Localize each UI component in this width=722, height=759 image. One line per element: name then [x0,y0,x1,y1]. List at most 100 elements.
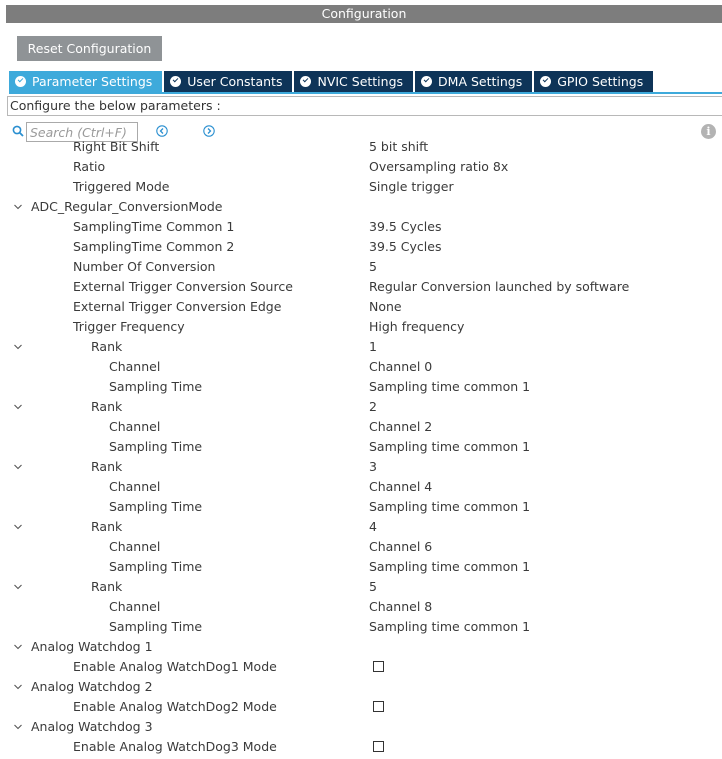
enable-checkbox[interactable] [373,741,384,752]
chevron-down-icon[interactable] [14,583,22,591]
tree-row[interactable]: Enable Analog WatchDog1 Mode [0,657,722,677]
parameter-label: Ratio [73,159,106,174]
parameter-label: Right Bit Shift [73,139,160,154]
tree-row[interactable]: Sampling Time Sampling time common 1 [0,437,722,457]
parameter-value[interactable]: Channel 0 [369,357,432,377]
tab-dma-settings[interactable]: DMA Settings [415,71,533,92]
check-circle-icon [300,76,312,87]
tab-parameter-settings[interactable]: Parameter Settings [9,71,163,92]
parameters-description: Configure the below parameters : [7,96,722,116]
tree-row[interactable]: Channel Channel 2 [0,417,722,437]
parameter-label: Enable Analog WatchDog1 Mode [73,659,277,674]
enable-checkbox[interactable] [373,661,384,672]
tree-row[interactable]: Sampling Time Sampling time common 1 [0,377,722,397]
tab-label: NVIC Settings [317,74,404,89]
tree-row[interactable]: Sampling Time Sampling time common 1 [0,617,722,637]
check-circle-icon [170,76,182,87]
parameter-value[interactable]: 39.5 Cycles [369,217,441,237]
tree-group-row[interactable]: Analog Watchdog 1 [0,637,722,657]
check-circle-icon [421,76,433,87]
search-icon[interactable] [12,125,24,137]
tree-row[interactable]: External Trigger Conversion Source Regula… [0,277,722,297]
tree-row[interactable]: Sampling Time Sampling time common 1 [0,557,722,577]
parameter-label: Channel [109,599,161,614]
parameter-value[interactable]: 5 [369,257,377,277]
tree-row[interactable]: Right Bit Shift 5 bit shift [0,137,722,157]
parameter-value[interactable]: Sampling time common 1 [369,557,530,577]
tree-row[interactable]: Channel Channel 6 [0,537,722,557]
parameter-label: External Trigger Conversion Source [73,279,293,294]
parameter-value[interactable]: High frequency [369,317,464,337]
chevron-down-icon[interactable] [14,643,22,651]
tree-group-row[interactable]: ADC_Regular_ConversionMode [0,197,722,217]
tab-user-constants[interactable]: User Constants [164,71,293,92]
parameter-value[interactable]: 39.5 Cycles [369,237,441,257]
tree-row[interactable]: Channel Channel 4 [0,477,722,497]
tab-label: Parameter Settings [32,74,153,89]
tree-group-row[interactable]: Rank 3 [0,457,722,477]
chevron-down-icon[interactable] [14,203,22,211]
parameter-label: ADC_Regular_ConversionMode [31,199,223,214]
tree-row[interactable]: Enable Analog WatchDog3 Mode [0,737,722,757]
parameter-value[interactable]: Sampling time common 1 [369,497,530,517]
tree-row[interactable]: Number Of Conversion 5 [0,257,722,277]
chevron-left-circle-icon[interactable] [156,125,168,137]
parameter-value[interactable]: 3 [369,457,377,477]
parameter-value[interactable]: Channel 4 [369,477,432,497]
parameter-value[interactable]: Channel 2 [369,417,432,437]
parameter-value[interactable]: Sampling time common 1 [369,377,530,397]
tree-group-row[interactable]: Rank 5 [0,577,722,597]
tree-row[interactable]: Channel Channel 8 [0,597,722,617]
tree-row[interactable]: Triggered Mode Single trigger [0,177,722,197]
parameter-value[interactable]: Oversampling ratio 8x [369,157,508,177]
tree-group-row[interactable]: Rank 1 [0,337,722,357]
chevron-down-icon[interactable] [14,523,22,531]
parameter-value[interactable]: Channel 6 [369,537,432,557]
parameter-value[interactable]: Sampling time common 1 [369,617,530,637]
tree-row[interactable]: Sampling Time Sampling time common 1 [0,497,722,517]
tree-row[interactable]: SamplingTime Common 2 39.5 Cycles [0,237,722,257]
parameter-value[interactable]: 2 [369,397,377,417]
parameter-value[interactable]: Sampling time common 1 [369,437,530,457]
tree-row[interactable]: Enable Analog WatchDog2 Mode [0,697,722,717]
tree-group-row[interactable]: Rank 2 [0,397,722,417]
parameter-value[interactable]: 1 [369,337,377,357]
chevron-down-icon[interactable] [14,403,22,411]
parameter-label: Rank [91,519,123,534]
chevron-right-circle-icon[interactable] [203,125,215,137]
parameter-value[interactable]: Single trigger [369,177,454,197]
parameter-label: Triggered Mode [73,179,170,194]
enable-checkbox[interactable] [373,701,384,712]
tab-gpio-settings[interactable]: GPIO Settings [534,71,654,92]
parameter-value[interactable]: Channel 8 [369,597,432,617]
chevron-down-icon[interactable] [14,463,22,471]
parameter-label: Trigger Frequency [73,319,185,334]
parameter-label: Sampling Time [109,379,203,394]
tree-group-row[interactable]: Analog Watchdog 3 [0,717,722,737]
parameter-value[interactable]: 5 [369,577,377,597]
parameter-label: Channel [109,359,161,374]
parameter-label: Sampling Time [109,619,203,634]
tree-row[interactable]: External Trigger Conversion Edge None [0,297,722,317]
parameter-label: Number Of Conversion [73,259,216,274]
chevron-down-icon[interactable] [14,343,22,351]
parameter-value[interactable]: None [369,297,402,317]
tree-group-row[interactable]: Rank 4 [0,517,722,537]
parameter-value[interactable]: 5 bit shift [369,137,428,157]
chevron-down-icon[interactable] [14,723,22,731]
parameter-value[interactable]: Regular Conversion launched by software [369,277,629,297]
parameter-label: Analog Watchdog 1 [31,639,153,654]
tree-row[interactable]: Channel Channel 0 [0,357,722,377]
parameter-label: Channel [109,539,161,554]
reset-configuration-button[interactable]: Reset Configuration [17,36,162,61]
tree-row[interactable]: Ratio Oversampling ratio 8x [0,157,722,177]
parameter-value[interactable]: 4 [369,517,377,537]
tree-row[interactable]: Trigger Frequency High frequency [0,317,722,337]
tab-nvic-settings[interactable]: NVIC Settings [294,71,414,92]
parameter-label: Sampling Time [109,559,203,574]
chevron-down-icon[interactable] [14,683,22,691]
check-circle-icon [540,76,552,87]
tree-row[interactable]: SamplingTime Common 1 39.5 Cycles [0,217,722,237]
tree-group-row[interactable]: Analog Watchdog 2 [0,677,722,697]
tab-label: User Constants [187,74,283,89]
